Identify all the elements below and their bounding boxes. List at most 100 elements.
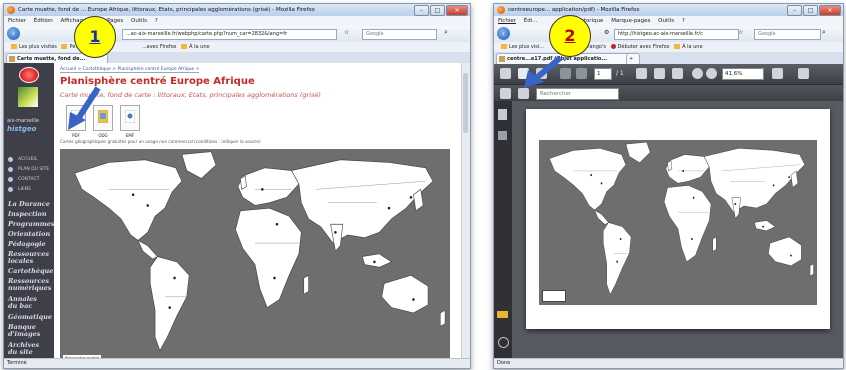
bookmark-most-visited[interactable]: Les plus visi... — [509, 44, 544, 50]
next-page-icon[interactable] — [576, 68, 587, 79]
zoom-out-icon[interactable] — [692, 68, 703, 79]
status-bar: Terminé — [4, 358, 470, 368]
star-icon[interactable]: ☆ — [344, 29, 349, 36]
firefox-window-1: Carte muette, fond de ... Europe Afrique… — [3, 3, 471, 369]
cat-cartotheque[interactable]: Cartothèque — [8, 268, 53, 275]
cat-pedagogie[interactable]: Pédagogie — [8, 241, 46, 248]
arrow-to-save-icon — [524, 55, 562, 88]
nav-contact[interactable]: CONTACT — [18, 177, 39, 182]
bookmarks-panel-icon[interactable] — [498, 131, 507, 140]
world-map-preview[interactable]: Planisphère muette — [60, 149, 450, 364]
hand-tool-icon[interactable] — [654, 68, 665, 79]
home-icon — [8, 157, 13, 162]
marquee-zoom-icon[interactable] — [672, 68, 683, 79]
cat-banque-images[interactable]: Banque d'images — [8, 324, 48, 338]
read-mode-icon[interactable] — [772, 68, 783, 79]
close-button[interactable]: × — [819, 5, 841, 16]
nav-plan[interactable]: PLAN DU SITE — [18, 167, 49, 172]
title-bar: Carte muette, fond de ... Europe Afrique… — [4, 4, 470, 16]
window-title: Carte muette, fond de ... Europe Afrique… — [18, 7, 315, 13]
minimize-button[interactable]: – — [414, 5, 429, 16]
window-title: centreeurope... application/pdf) - Mozil… — [508, 7, 640, 13]
bookmark-firefox[interactable]: Débuter avec Firefox — [618, 44, 670, 50]
menu-fichier[interactable]: Fichier — [498, 18, 516, 24]
menu-edition[interactable]: Édi... — [524, 18, 538, 24]
menu-marque-pages[interactable]: Marque-pages — [611, 18, 650, 24]
star-icon[interactable]: ☆ — [738, 29, 743, 36]
sitemap-icon — [8, 167, 13, 172]
zoom-level-select[interactable]: 41,6% — [722, 68, 764, 80]
title-bar: centreeurope... application/pdf) - Mozil… — [494, 4, 843, 16]
cat-ressources-numeriques[interactable]: Ressources numériques — [8, 278, 52, 292]
back-button[interactable]: ‹ — [497, 27, 510, 40]
url-bar[interactable]: http://histgeo.ac-aix-marseille.fr/c — [614, 29, 739, 40]
select-tool-icon[interactable] — [636, 68, 647, 79]
page-icon — [499, 56, 505, 62]
cat-ressources-locales[interactable]: Ressources locales — [8, 251, 52, 265]
firefox-icon — [497, 6, 505, 14]
cat-annales[interactable]: Annales du bac — [8, 296, 48, 310]
cat-programmes[interactable]: Programmes — [8, 221, 54, 228]
vertical-scrollbar[interactable] — [461, 63, 470, 359]
cat-orientation[interactable]: Orientation — [8, 231, 50, 238]
close-button[interactable]: × — [446, 5, 468, 16]
fit-page-icon[interactable] — [500, 88, 511, 99]
site-sidebar: aix-marseille histgeo ACCUEIL PLAN DU SI… — [4, 63, 54, 359]
cat-inspection[interactable]: Inspection — [8, 211, 47, 218]
print-icon[interactable] — [500, 68, 511, 79]
comments-icon[interactable] — [497, 311, 508, 318]
menu-fichier[interactable]: Fichier — [8, 18, 26, 24]
site-icon: ⚙ — [604, 29, 610, 36]
map-legend-box — [542, 290, 566, 302]
breadcrumb[interactable]: Accueil > Cartothèque > Planisphère cent… — [60, 67, 200, 73]
maximize-button[interactable]: □ — [803, 5, 818, 16]
annotate-icon[interactable] — [798, 68, 809, 79]
contact-icon — [8, 177, 13, 182]
academie-logo[interactable] — [19, 67, 39, 83]
navigation-bar: ‹ ⚙ http://histgeo.ac-aix-marseille.fr/c… — [494, 26, 843, 43]
back-button[interactable]: ‹ — [7, 27, 20, 40]
bookmark-une[interactable]: À la une — [189, 44, 209, 50]
scroll-thumb[interactable] — [463, 73, 468, 133]
bookmark-most-visited[interactable]: Les plus visités — [19, 44, 57, 50]
bookmark-une[interactable]: À la une — [682, 44, 702, 50]
download-emf-button[interactable]: EMF — [120, 105, 140, 138]
firefox-bookmark-icon — [610, 44, 616, 49]
search-icon[interactable]: ⌕ — [822, 28, 826, 37]
links-icon — [8, 187, 13, 192]
menu-edition[interactable]: Édition — [34, 18, 53, 24]
search-icon[interactable]: ⌕ — [444, 28, 448, 37]
folder-icon — [11, 44, 17, 49]
menu-help[interactable]: ? — [682, 18, 685, 24]
cat-durance[interactable]: La Durance — [8, 201, 50, 208]
world-map-pdf — [539, 140, 817, 305]
cat-geomatique[interactable]: Géomatique — [8, 314, 52, 321]
bookmark-firefox[interactable]: ...avec Firefox — [142, 44, 177, 50]
attachment-icon[interactable] — [498, 337, 509, 348]
pages-panel-icon[interactable] — [498, 109, 507, 120]
nav-accueil[interactable]: ACCUEIL — [18, 157, 37, 162]
maximize-button[interactable]: □ — [430, 5, 445, 16]
step-1-badge: 1 — [74, 16, 116, 58]
cat-archives[interactable]: Archives du site — [8, 342, 48, 356]
site-name[interactable]: histgeo — [7, 125, 36, 133]
search-input[interactable]: Google — [754, 29, 821, 40]
menu-outils[interactable]: Outils — [131, 18, 147, 24]
minimize-button[interactable]: – — [787, 5, 802, 16]
search-input[interactable]: Google — [362, 29, 437, 40]
status-bar: Done — [494, 358, 843, 368]
page-icon — [9, 56, 15, 62]
histgeo-logo[interactable] — [18, 87, 38, 107]
pdf-viewer — [512, 101, 843, 359]
folder-icon — [501, 44, 507, 49]
download-emf-label: EMF — [125, 133, 135, 138]
menu-help[interactable]: ? — [155, 18, 158, 24]
zoom-in-icon[interactable] — [706, 68, 717, 79]
menu-bar: Fichier Édition Affichage ... Pages Outi… — [4, 16, 470, 26]
pdf-sidebar — [494, 101, 512, 359]
url-bar[interactable]: ...ac-aix-marseille.fr/webphp/carte.php?… — [122, 29, 337, 40]
rss-icon — [181, 44, 188, 49]
nav-liens[interactable]: LIENS — [18, 187, 31, 192]
menu-outils[interactable]: Outils — [658, 18, 674, 24]
page-number-input[interactable]: 1 — [594, 68, 612, 80]
